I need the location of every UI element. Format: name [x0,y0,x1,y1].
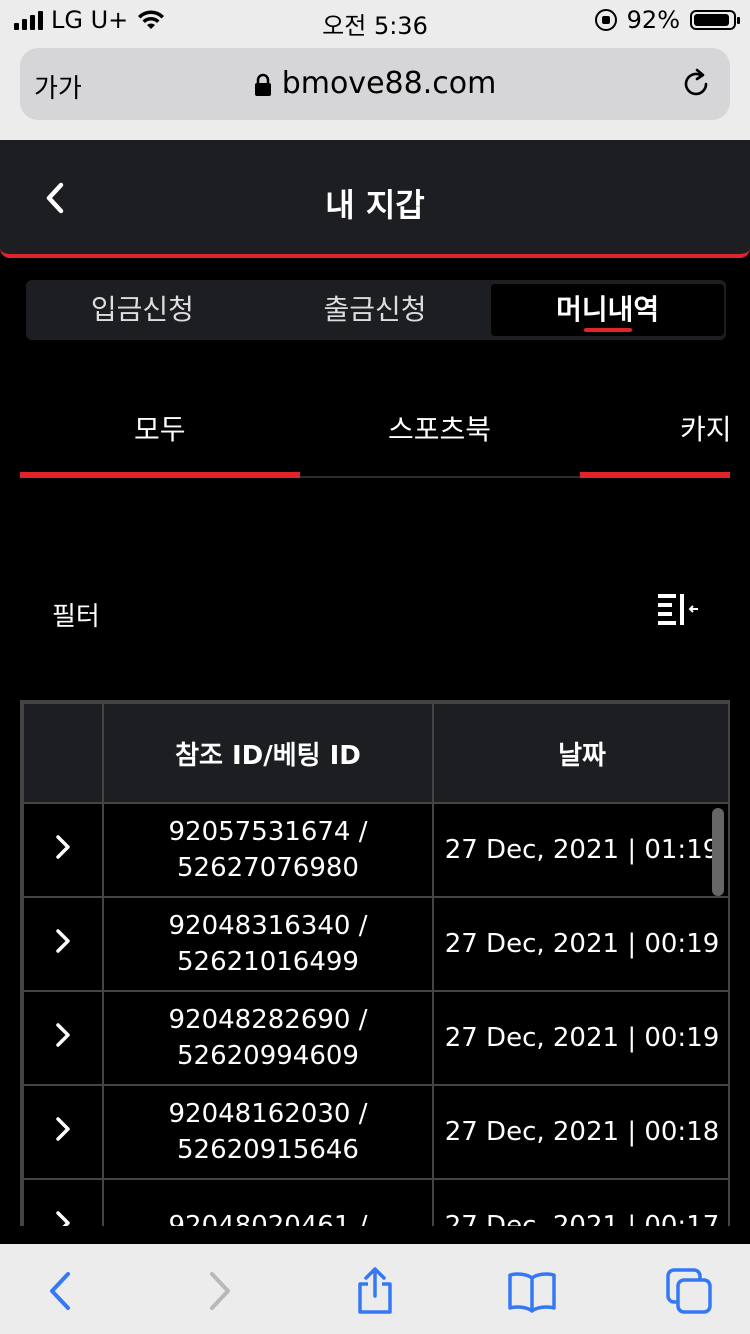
battery-percent: 92% [626,6,680,34]
bookmarks-icon[interactable] [507,1266,557,1316]
table-row[interactable]: 92057531674 / 52627076980 27 Dec, 2021 | 0… [22,802,728,898]
tab-deposit-request[interactable]: 입금신청 [26,280,259,340]
date-cell: 27 Dec, 2021 | 00:19 [432,990,728,1086]
filter-label: 필터 [52,602,100,632]
chevron-right-icon[interactable] [53,928,73,954]
orientation-lock-icon [594,9,617,31]
sub-tabs: 모두 스포츠북 카지 [20,380,750,480]
ref-id-cell: 92048020461 / [102,1178,434,1226]
ref-id-cell: 92048282690 / 52620994609 [102,990,434,1086]
ref-id: 92048020461 / [168,1211,368,1226]
date-cell: 27 Dec, 2021 | 00:18 [432,1084,728,1180]
table-row[interactable]: 92048020461 / 27 Dec, 2021 | 00:17 [22,1178,728,1227]
table-header-expand [22,702,104,804]
date-cell: 27 Dec, 2021 | 00:17 [432,1178,728,1226]
lock-icon [254,73,271,96]
sub-tab-casino[interactable]: 카지 [680,408,732,448]
bet-id: 52621016499 [177,947,359,977]
date-cell: 27 Dec, 2021 | 00:19 [432,896,728,992]
share-icon[interactable] [350,1266,400,1316]
app-header: 내 지갑 [0,140,750,258]
table-header-date: 날짜 [432,702,728,804]
chevron-right-icon[interactable] [53,1210,73,1227]
status-bar: LG U+ 오전 5:36 92% [0,0,750,40]
history-table: 참조 ID/베팅 ID 날짜 92057531674 / 52627076980 2… [20,700,730,1226]
sub-tab-all[interactable]: 모두 [134,408,186,448]
address-bar[interactable]: 가가 bmove88.com [20,48,730,120]
expand-cell[interactable] [22,990,104,1086]
table-row[interactable]: 92048316340 / 52621016499 27 Dec, 2021 | 0… [22,896,728,992]
tab-money-history[interactable]: 머니내역 [491,284,725,336]
chevron-right-icon[interactable] [53,1116,73,1142]
bet-id: 52620915646 [177,1135,359,1165]
browser-bottom-toolbar [0,1244,750,1334]
ref-id-cell: 92048162030 / 52620915646 [102,1084,434,1180]
chevron-right-icon[interactable] [53,834,73,860]
filter-icon[interactable] [656,592,700,628]
ref-id: 92057531674 / [168,817,368,847]
bet-id: 52627076980 [177,853,359,883]
ref-id: 92048316340 / [168,911,368,941]
ref-id: 92048162030 / [168,1099,368,1129]
expand-cell[interactable] [22,896,104,992]
ref-id-cell: 92057531674 / 52627076980 [102,802,434,898]
page-title: 내 지갑 [325,186,425,224]
date-cell: 27 Dec, 2021 | 01:19 [432,802,728,898]
sub-tab-sportsbook[interactable]: 스포츠북 [388,408,491,448]
scrollbar-thumb[interactable] [712,808,724,896]
reload-icon[interactable] [678,66,714,102]
expand-cell[interactable] [22,802,104,898]
sub-tab-indicator-active [20,472,300,478]
browser-forward-icon[interactable] [194,1266,244,1316]
expand-cell[interactable] [22,1084,104,1180]
table-header-row: 참조 ID/베팅 ID 날짜 [22,702,728,804]
table-header-ref-id: 참조 ID/베팅 ID [102,702,434,804]
table-row[interactable]: 92048162030 / 52620915646 27 Dec, 2021 | 0… [22,1084,728,1180]
tab-withdraw-request[interactable]: 출금신청 [259,280,492,340]
ref-id-cell: 92048316340 / 52621016499 [102,896,434,992]
expand-cell[interactable] [22,1178,104,1227]
browser-back-icon[interactable] [36,1266,86,1316]
chevron-right-icon[interactable] [53,1022,73,1048]
bet-id: 52620994609 [177,1041,359,1071]
ref-id: 92048282690 / [168,1005,368,1035]
sub-tab-indicator [580,472,730,478]
url-text: bmove88.com [281,66,497,101]
tabs-icon[interactable] [664,1266,714,1316]
main-tabs: 입금신청 출금신청 머니내역 [26,280,726,340]
browser-top-bar: LG U+ 오전 5:36 92% 가가 bmove88.com [0,0,750,140]
table-row[interactable]: 92048282690 / 52620994609 27 Dec, 2021 | 0… [22,990,728,1086]
battery-icon [690,10,740,30]
